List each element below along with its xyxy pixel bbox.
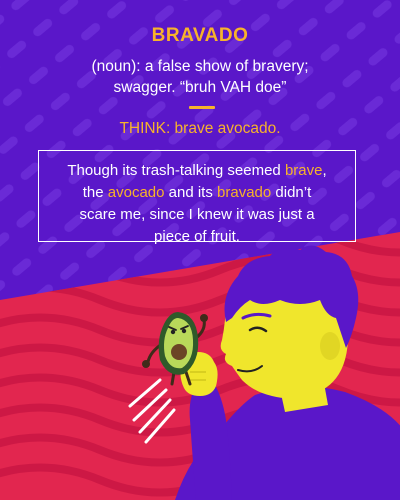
example-line-4: piece of fruit. <box>154 228 240 245</box>
highlight-avocado: avocado <box>107 184 165 201</box>
avocado-eye-left <box>170 329 176 335</box>
example-line-3: scare me, since I knew it was just a <box>79 206 315 223</box>
example-text: Though its trash-talking seemed <box>67 162 285 179</box>
accent-divider <box>189 106 215 109</box>
example-text: the <box>82 184 108 201</box>
avocado-right-fist <box>200 314 208 322</box>
vocab-word: BRAVADO <box>151 25 249 46</box>
definition-line-2: swagger. “bruh VAH doe” <box>113 79 287 96</box>
avocado-pit <box>171 344 187 360</box>
mnemonic-think: THINK: brave avocado. <box>119 120 281 137</box>
example-text: didn’t <box>271 184 312 201</box>
example-sentence-box: Though its trash-talking seemed brave, t… <box>38 150 356 245</box>
example-line-1: Though its trash-talking seemed brave, <box>39 160 355 182</box>
example-line-2: the avocado and its bravado didn’t <box>39 182 355 204</box>
avocado-eye-right <box>181 328 187 334</box>
example-text: , <box>322 162 327 179</box>
ear-shape <box>320 332 340 360</box>
word-definition: (noun): a false show of bravery; swagger… <box>0 56 400 98</box>
avocado-left-fist <box>142 360 150 368</box>
example-sentence: Though its trash-talking seemed brave, t… <box>39 160 355 248</box>
example-text: and its <box>164 184 218 201</box>
vocab-card: BRAVADO (noun): a false show of bravery;… <box>0 0 400 500</box>
highlight-bravado: bravado <box>217 184 272 201</box>
definition-line-1: (noun): a false show of bravery; <box>91 58 309 75</box>
highlight-brave: brave <box>284 162 323 179</box>
